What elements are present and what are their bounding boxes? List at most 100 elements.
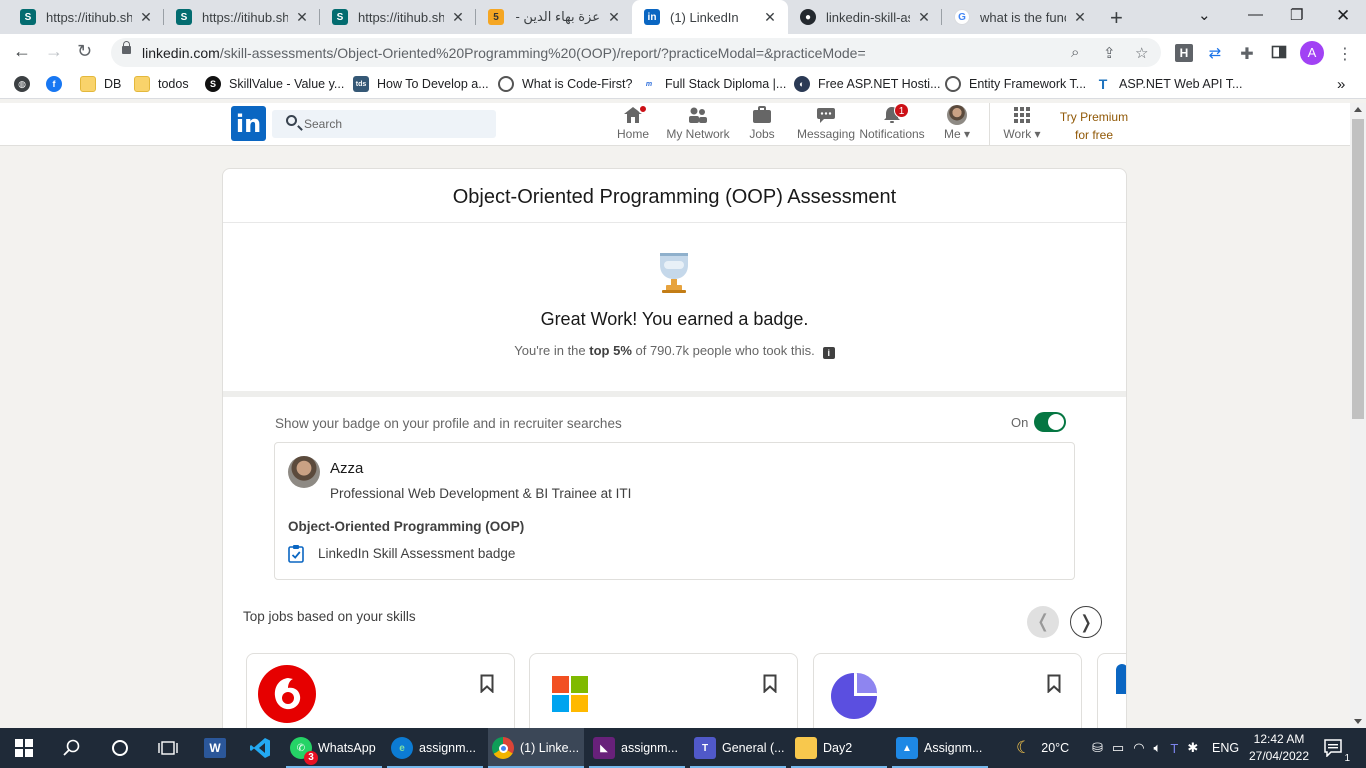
close-icon[interactable]: ✕	[450, 9, 466, 26]
diploma-icon: m	[641, 76, 657, 92]
close-icon[interactable]: ✕	[1072, 9, 1088, 26]
translate-extension-icon[interactable]: ⇄	[1206, 44, 1224, 62]
notification-center-icon[interactable]: 1	[1322, 736, 1350, 764]
tab-search-chevron-icon[interactable]: ⌄	[1198, 6, 1211, 24]
browser-menu-icon[interactable]: ⋮	[1336, 44, 1354, 63]
bookmark-asp-hosting[interactable]: ◐ Free ASP.NET Hosti...	[794, 76, 941, 92]
carousel-next-button[interactable]: ❭	[1070, 606, 1102, 638]
taskbar-app-chrome[interactable]: (1) Linke...	[488, 728, 584, 768]
close-window-button[interactable]: ✕	[1336, 6, 1350, 26]
save-job-bookmark-icon[interactable]	[480, 674, 494, 693]
close-icon[interactable]: ✕	[916, 9, 932, 26]
search-input[interactable]	[304, 110, 484, 138]
address-bar[interactable]: linkedin.com/skill-assessments/Object-Or…	[111, 38, 1161, 67]
minimize-button[interactable]: —	[1248, 6, 1263, 23]
linkedin-search[interactable]	[272, 110, 496, 138]
bluetooth-icon[interactable]: ✱	[1187, 740, 1198, 756]
search-icon[interactable]	[60, 736, 84, 760]
job-card-partial[interactable]	[1097, 653, 1126, 737]
browser-tab[interactable]: ● linkedin-skill-asse ✕	[788, 0, 942, 34]
bookmark-tds[interactable]: tds How To Develop a...	[353, 76, 489, 92]
scrollbar-thumb[interactable]	[1352, 119, 1364, 419]
nav-me[interactable]: Me ▾	[940, 103, 974, 146]
nav-messaging[interactable]: Messaging	[795, 103, 857, 146]
page-scrollbar[interactable]	[1350, 103, 1366, 728]
taskbar-app-file-explorer[interactable]: Day2	[791, 728, 887, 768]
taskbar-app-edge[interactable]: e assignm...	[387, 728, 483, 768]
bookmark-globe[interactable]: ◍	[14, 76, 38, 92]
database-icon[interactable]: ⛁	[1092, 740, 1103, 756]
edge-icon: e	[391, 737, 413, 759]
bookmark-web-api[interactable]: T ASP.NET Web API T...	[1095, 76, 1242, 92]
url-text[interactable]: linkedin.com/skill-assessments/Object-Or…	[142, 45, 866, 61]
bookmark-diploma[interactable]: m Full Stack Diploma |...	[641, 76, 786, 92]
battery-icon[interactable]: ▭	[1112, 740, 1124, 756]
bell-icon: 1	[881, 103, 909, 125]
nav-my-network[interactable]: My Network	[663, 103, 733, 146]
teams-tray-icon[interactable]: T	[1170, 741, 1178, 756]
scroll-up-arrow-icon[interactable]	[1354, 107, 1362, 112]
browser-tab-active[interactable]: in (1) LinkedIn ✕	[632, 0, 788, 34]
close-icon[interactable]: ✕	[606, 9, 622, 26]
carousel-prev-button[interactable]: ❬	[1027, 606, 1059, 638]
taskbar-app-whatsapp[interactable]: ✆ 3 WhatsApp	[286, 728, 382, 768]
browser-tab[interactable]: S https://itihub.sha ✕	[164, 0, 320, 34]
side-panel-icon[interactable]	[1270, 44, 1288, 62]
browser-tab[interactable]: 5 عزة بهاء الدين - ج ✕	[476, 0, 632, 34]
bookmark-folder-todos[interactable]: todos	[134, 76, 189, 92]
show-badge-toggle[interactable]	[1034, 412, 1067, 432]
taskbar-app-visual-studio[interactable]: ◣ assignm...	[589, 728, 685, 768]
language-indicator[interactable]: ENG	[1212, 728, 1239, 768]
wifi-icon[interactable]: ◠	[1133, 740, 1144, 756]
share-icon[interactable]: ⇪	[1103, 44, 1116, 62]
nav-home[interactable]: Home	[613, 103, 653, 146]
codefirst-icon	[498, 76, 514, 92]
task-view-icon[interactable]	[156, 736, 180, 760]
nav-work[interactable]: Work ▾	[1000, 103, 1044, 146]
profile-avatar[interactable]: A	[1300, 41, 1324, 65]
new-tab-button[interactable]: +	[1110, 5, 1123, 31]
bookmark-facebook[interactable]: f	[46, 76, 70, 92]
job-card[interactable]	[529, 653, 798, 737]
try-premium-link[interactable]: Try Premium for free	[1055, 108, 1133, 144]
job-card[interactable]	[246, 653, 515, 737]
save-job-bookmark-icon[interactable]	[1047, 674, 1061, 693]
bookmark-skillvalue[interactable]: S SkillValue - Value y...	[205, 76, 344, 92]
scroll-down-arrow-icon[interactable]	[1354, 719, 1362, 724]
bookmark-star-icon[interactable]: ☆	[1135, 44, 1148, 62]
save-job-bookmark-icon[interactable]	[763, 674, 777, 693]
word-icon[interactable]: W	[203, 736, 227, 760]
forward-button[interactable]: →	[45, 41, 63, 62]
nav-notifications[interactable]: 1 Notifications	[857, 103, 927, 146]
windows-start-icon[interactable]	[12, 736, 36, 760]
back-button[interactable]: ←	[13, 41, 31, 62]
nav-jobs[interactable]: Jobs	[744, 103, 780, 146]
assessment-report-card: Object-Oriented Programming (OOP) Assess…	[222, 168, 1127, 738]
extensions-puzzle-icon[interactable]: ✚	[1238, 44, 1256, 63]
vscode-icon[interactable]	[248, 736, 272, 760]
close-icon[interactable]: ✕	[294, 9, 310, 26]
restore-button[interactable]: ❐	[1290, 6, 1303, 24]
taskbar-clock[interactable]: 12:42 AM 27/04/2022	[1244, 731, 1314, 765]
reload-button[interactable]: ↻	[77, 41, 92, 62]
taskbar-app-teams[interactable]: T General (...	[690, 728, 786, 768]
bookmark-folder-db[interactable]: DB	[80, 76, 121, 92]
job-card[interactable]	[813, 653, 1082, 737]
browser-tab[interactable]: G what is the functi ✕	[942, 0, 1098, 34]
taskbar-app-photos[interactable]: ▲ Assignm...	[892, 728, 988, 768]
close-icon[interactable]: ✕	[138, 9, 154, 26]
bookmark-entity-framework[interactable]: Entity Framework T...	[945, 76, 1086, 92]
windows-taskbar: W ✆ 3 WhatsApp e assignm... (1) Linke... …	[0, 728, 1366, 768]
close-icon[interactable]: ✕	[762, 9, 778, 26]
browser-tab[interactable]: S https://itihub.sha ✕	[8, 0, 164, 34]
linkedin-logo[interactable]: in	[231, 106, 266, 141]
cortana-icon[interactable]	[108, 736, 132, 760]
info-icon[interactable]: i	[822, 347, 835, 359]
extension-h-icon[interactable]: H	[1175, 44, 1193, 62]
browser-tab[interactable]: S https://itihub.sha ✕	[320, 0, 476, 34]
bookmarks-overflow-button[interactable]: »	[1337, 76, 1345, 93]
weather-widget[interactable]: ☾ 20°C	[1016, 728, 1069, 768]
bookmark-code-first[interactable]: What is Code-First?	[498, 76, 632, 92]
zoom-search-icon[interactable]: ⌕	[1071, 44, 1079, 61]
volume-icon[interactable]: 🔈︎	[1154, 740, 1162, 756]
